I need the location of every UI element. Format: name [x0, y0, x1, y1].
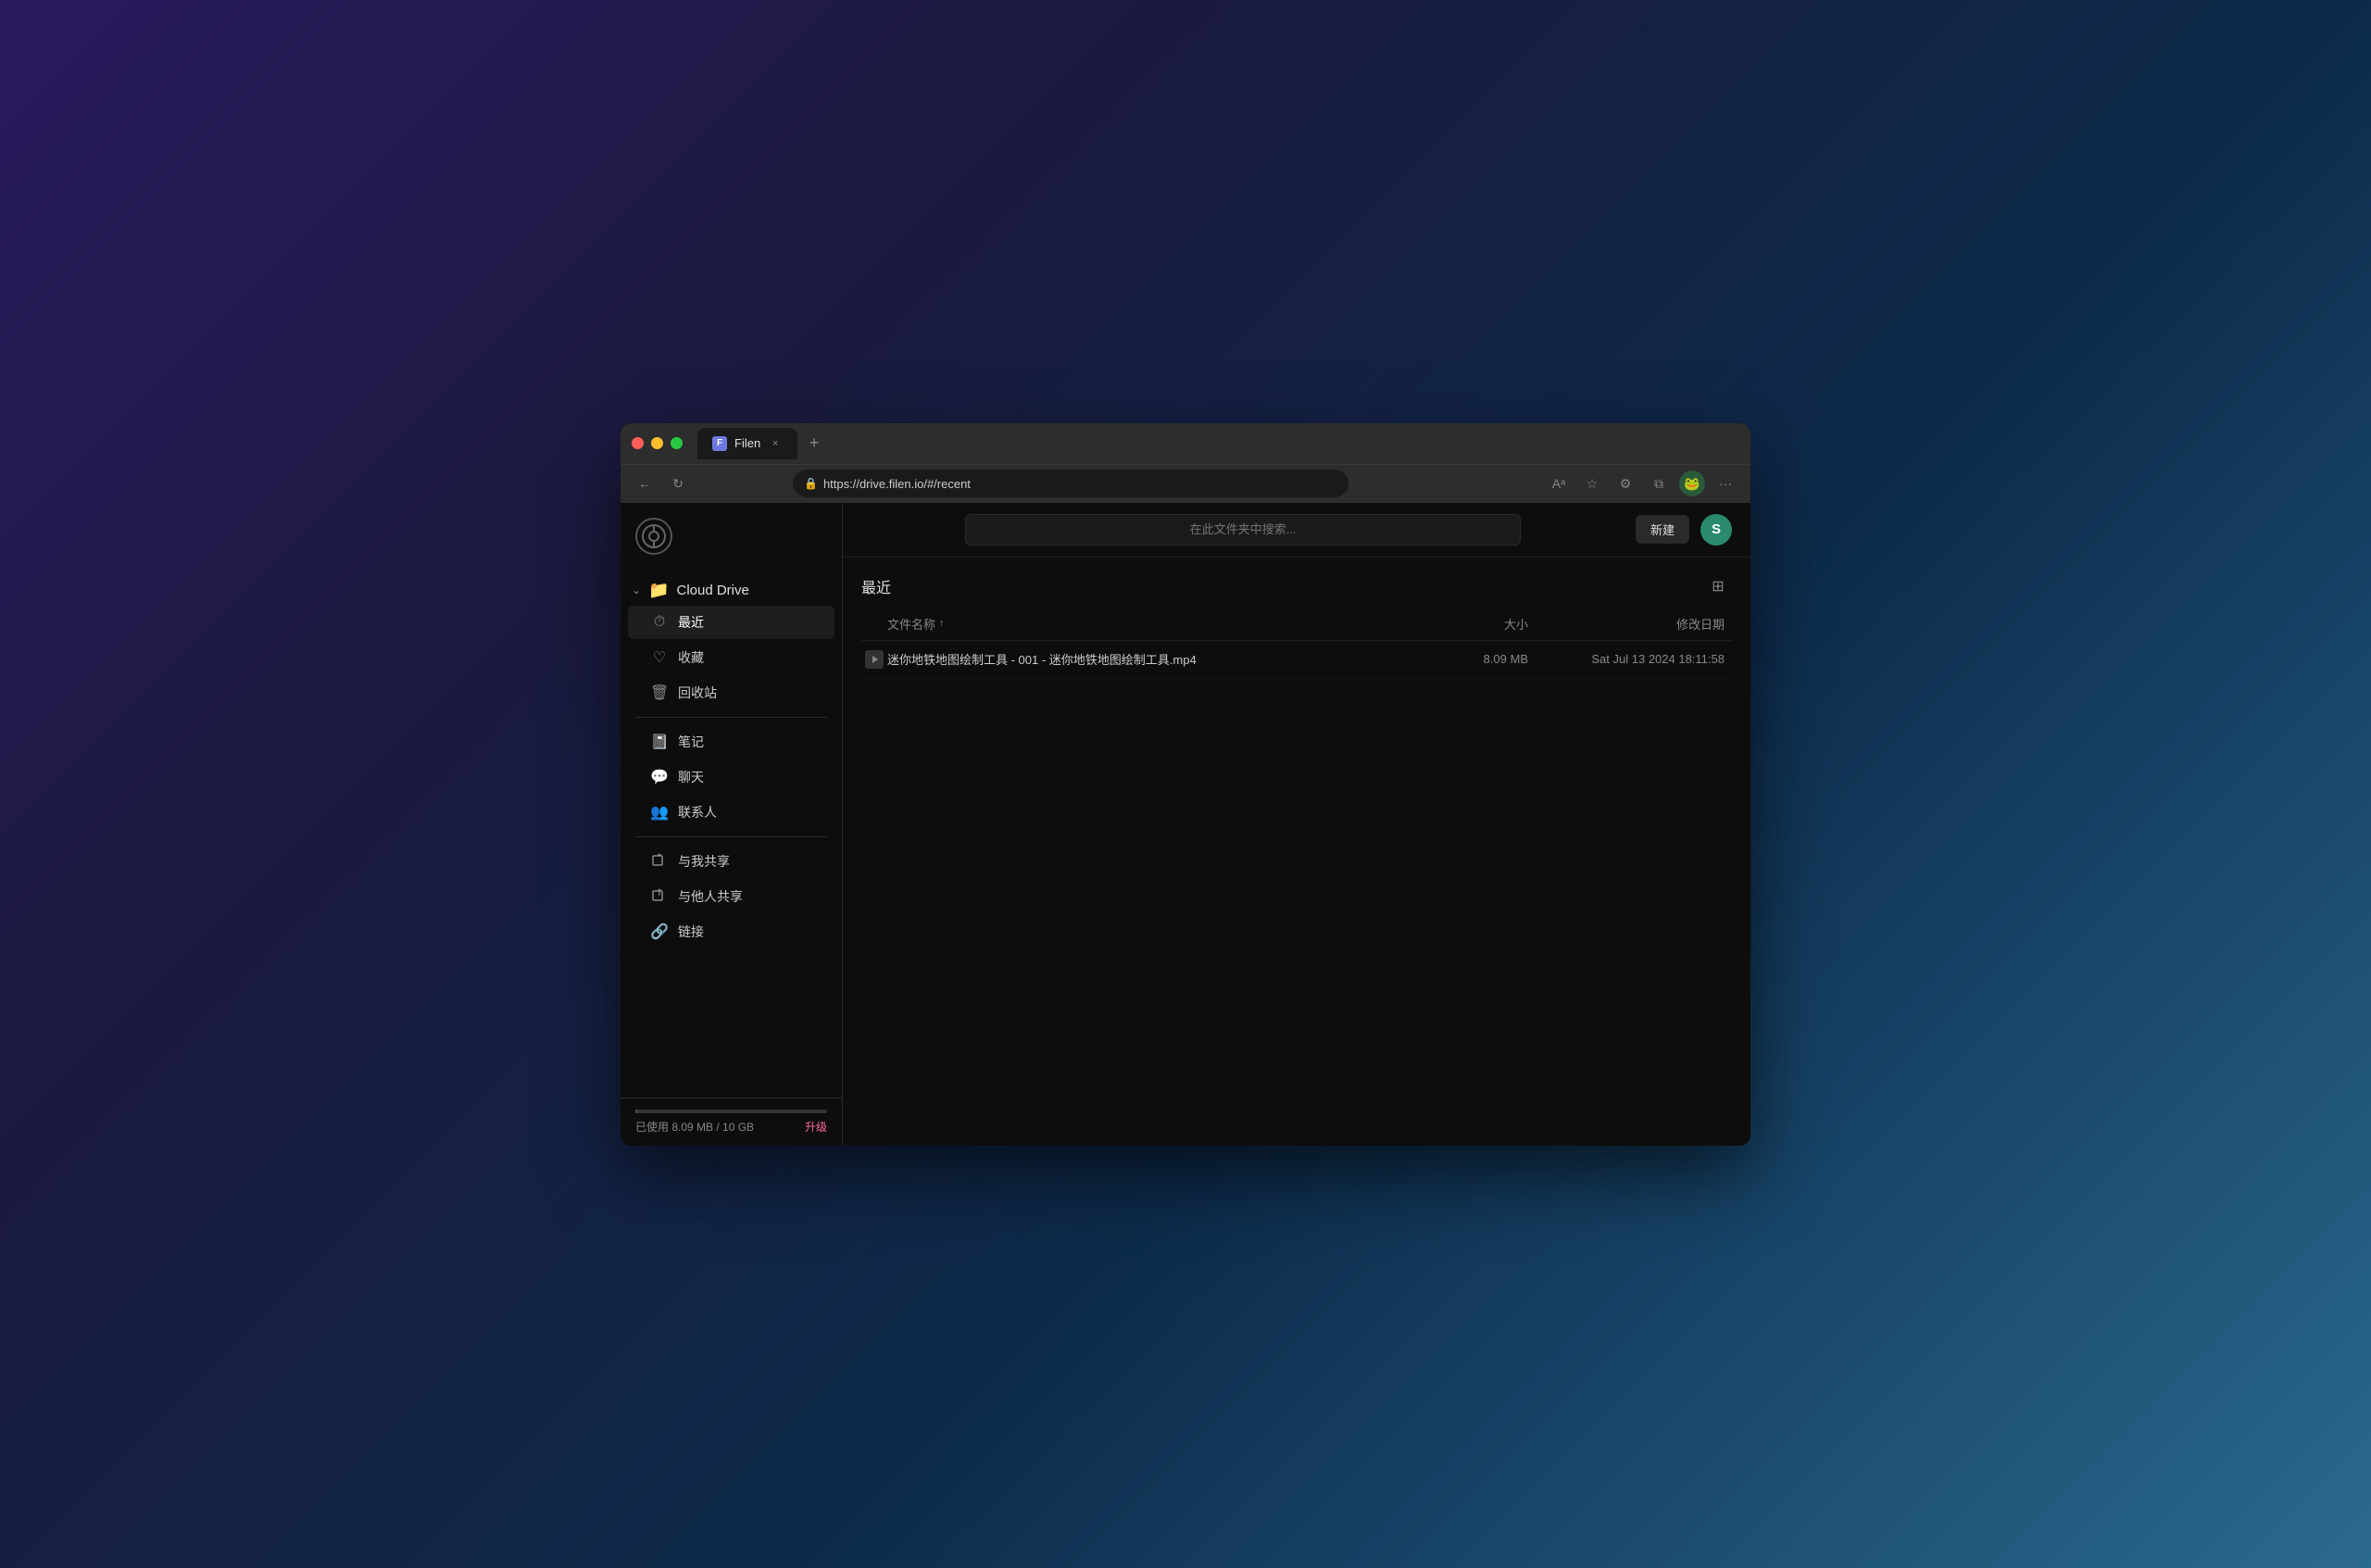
sidebar-item-notes-label: 笔记	[678, 733, 704, 751]
storage-bar-track	[635, 1110, 827, 1113]
file-size: 8.09 MB	[1417, 652, 1528, 666]
chat-icon: 💬	[650, 768, 669, 786]
url-text: https://drive.filen.io/#/recent	[823, 477, 971, 491]
heart-icon: ♡	[650, 648, 669, 667]
file-list-area: 最近 ⊞ 文件名称 ↑ 大小 修改日期	[843, 558, 1750, 1146]
sidebar-item-favorites[interactable]: ♡ 收藏	[628, 641, 834, 674]
minimize-button[interactable]	[651, 437, 663, 449]
storage-bar-fill	[635, 1110, 637, 1113]
sidebar-item-chat[interactable]: 💬 聊天	[628, 760, 834, 794]
cloud-drive-label: Cloud Drive	[676, 583, 748, 598]
col-name-label: 文件名称	[887, 615, 935, 633]
sidebar-item-recent[interactable]: ⏱ 最近	[628, 606, 834, 639]
back-button[interactable]: ←	[632, 470, 658, 496]
search-input[interactable]	[977, 522, 1509, 536]
bookmark-button[interactable]: ☆	[1578, 470, 1606, 497]
maximize-button[interactable]	[671, 437, 683, 449]
file-type-icon	[865, 650, 884, 669]
browser-window: F Filen × + ← ↻ 🔒 https://drive.filen.io…	[621, 423, 1750, 1146]
nav-group-3: 与我共享 与他人共享 🔗 链接	[621, 845, 842, 948]
clock-icon: ⏱	[650, 614, 669, 631]
user-avatar[interactable]: S	[1700, 514, 1732, 546]
upgrade-button[interactable]: 升级	[805, 1119, 827, 1135]
nav-group-1: ⏱ 最近 ♡ 收藏 🗑 回收站	[621, 606, 842, 709]
col-size-header[interactable]: 大小	[1417, 615, 1528, 633]
sidebar-divider-2	[635, 836, 827, 837]
filen-logo	[635, 518, 672, 555]
new-button[interactable]: 新建	[1636, 515, 1689, 544]
url-bar[interactable]: 🔒 https://drive.filen.io/#/recent	[793, 470, 1349, 497]
sidebar-logo	[621, 503, 842, 570]
folder-icon: 📁	[648, 581, 669, 600]
share-out-icon	[650, 888, 669, 905]
sidebar-nav: ⌄ 📁 Cloud Drive ⏱ 最近 ♡ 收藏 🗑	[621, 570, 842, 1098]
col-name-header[interactable]: 文件名称 ↑	[861, 615, 1417, 633]
profile-picture[interactable]: 🐸	[1678, 470, 1706, 497]
search-bar[interactable]	[965, 514, 1521, 546]
col-date-header[interactable]: 修改日期	[1528, 615, 1732, 633]
file-columns: 文件名称 ↑ 大小 修改日期	[861, 608, 1732, 641]
storage-usage-text: 已使用 8.09 MB / 10 GB	[635, 1119, 754, 1135]
cloud-drive-section[interactable]: ⌄ 📁 Cloud Drive	[621, 577, 842, 604]
active-tab[interactable]: F Filen ×	[697, 428, 797, 459]
reader-mode-button[interactable]: Aᵃ	[1545, 470, 1573, 497]
notes-icon: 📓	[650, 733, 669, 751]
file-date: Sat Jul 13 2024 18:11:58	[1528, 652, 1732, 666]
app-content: ⌄ 📁 Cloud Drive ⏱ 最近 ♡ 收藏 🗑	[621, 503, 1750, 1146]
browser-actions: Aᵃ ☆ ⚙ ⧉ 🐸 ···	[1545, 470, 1739, 497]
sidebar-item-links-label: 链接	[678, 922, 704, 941]
sidebar-item-links[interactable]: 🔗 链接	[628, 915, 834, 948]
main-toolbar: 新建 S	[843, 503, 1750, 558]
sidebar-item-contacts[interactable]: 👥 联系人	[628, 796, 834, 829]
lock-icon: 🔒	[804, 477, 818, 490]
storage-info: 已使用 8.09 MB / 10 GB 升级	[635, 1119, 827, 1135]
view-toggle-button[interactable]: ⊞	[1704, 572, 1732, 600]
svg-text:🐸: 🐸	[1684, 476, 1700, 491]
sidebar-item-notes[interactable]: 📓 笔记	[628, 725, 834, 759]
trash-icon: 🗑	[650, 684, 669, 702]
chevron-down-icon: ⌄	[632, 583, 641, 596]
close-button[interactable]	[632, 437, 644, 449]
col-size-label: 大小	[1504, 618, 1528, 632]
storage-bar-container: 已使用 8.09 MB / 10 GB 升级	[621, 1098, 842, 1146]
tab-title-label: Filen	[734, 436, 760, 450]
table-row[interactable]: 迷你地铁地图绘制工具 - 001 - 迷你地铁地图绘制工具.mp4 8.09 M…	[861, 641, 1732, 679]
share-in-icon	[650, 853, 669, 870]
file-icon-col	[861, 650, 887, 669]
tab-close-button[interactable]: ×	[768, 436, 783, 451]
url-full: https://drive.filen.io/#/recent	[823, 477, 971, 491]
sidebar-item-trash-label: 回收站	[678, 684, 717, 702]
sidebar-item-recent-label: 最近	[678, 613, 704, 632]
sidebar-divider-1	[635, 717, 827, 718]
section-title: 最近	[861, 575, 891, 597]
sidebar-item-contacts-label: 联系人	[678, 803, 717, 822]
file-name: 迷你地铁地图绘制工具 - 001 - 迷你地铁地图绘制工具.mp4	[887, 650, 1417, 668]
col-date-label: 修改日期	[1676, 618, 1725, 632]
extension-button[interactable]: ⚙	[1612, 470, 1639, 497]
sidebar-item-shared-with-me[interactable]: 与我共享	[628, 845, 834, 878]
file-list-header: 最近 ⊞	[861, 558, 1732, 608]
link-icon: 🔗	[650, 922, 669, 941]
sidebar: ⌄ 📁 Cloud Drive ⏱ 最近 ♡ 收藏 🗑	[621, 503, 843, 1146]
contacts-icon: 👥	[650, 803, 669, 822]
sidebar-item-favorites-label: 收藏	[678, 648, 704, 667]
split-view-button[interactable]: ⧉	[1645, 470, 1673, 497]
main-area: 新建 S 最近 ⊞ 文件名称 ↑ 大小	[843, 503, 1750, 1146]
traffic-lights	[632, 437, 683, 449]
tab-bar: F Filen × +	[697, 428, 1739, 459]
sidebar-item-shared-with-others[interactable]: 与他人共享	[628, 880, 834, 913]
tab-favicon: F	[712, 436, 727, 451]
reload-button[interactable]: ↻	[665, 470, 691, 496]
sidebar-item-shared-with-others-label: 与他人共享	[678, 887, 743, 906]
title-bar: F Filen × +	[621, 423, 1750, 464]
sidebar-item-shared-with-me-label: 与我共享	[678, 852, 730, 871]
more-menu-button[interactable]: ···	[1712, 470, 1739, 497]
sort-arrow-icon: ↑	[939, 618, 945, 629]
sidebar-item-trash[interactable]: 🗑 回收站	[628, 676, 834, 709]
address-bar: ← ↻ 🔒 https://drive.filen.io/#/recent Aᵃ…	[621, 464, 1750, 503]
sidebar-item-chat-label: 聊天	[678, 768, 704, 786]
nav-group-2: 📓 笔记 💬 聊天 👥 联系人	[621, 725, 842, 829]
new-tab-button[interactable]: +	[801, 431, 827, 457]
